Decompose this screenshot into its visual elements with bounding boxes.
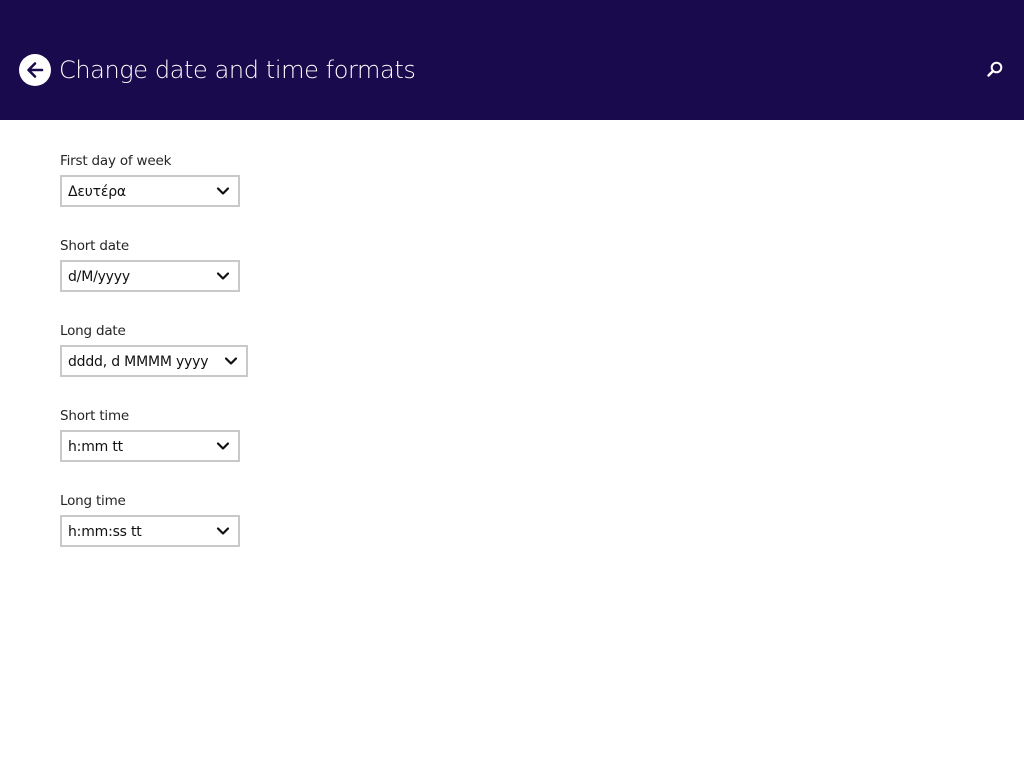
page-title: Change date and time formats [59, 56, 416, 84]
long-time-label: Long time [60, 493, 126, 509]
short-time-label: Short time [60, 408, 130, 424]
short-date-label: Short date [60, 238, 129, 254]
long-time-dropdown[interactable]: h:mm:ss tt [60, 515, 240, 547]
short-date-value: d/M/yyyy [68, 269, 130, 285]
header-bar: Change date and time formats [0, 0, 1024, 120]
first-day-of-week-dropdown[interactable]: Δευτέρα [60, 175, 240, 207]
long-time-value: h:mm:ss tt [68, 524, 142, 540]
chevron-down-icon [224, 357, 238, 365]
chevron-down-icon [216, 272, 230, 280]
long-date-dropdown[interactable]: dddd, d MMMM yyyy [60, 345, 248, 377]
long-date-label: Long date [60, 323, 126, 339]
search-button[interactable] [984, 60, 1006, 82]
first-day-of-week-label: First day of week [60, 153, 172, 169]
long-date-value: dddd, d MMMM yyyy [68, 354, 209, 370]
back-button[interactable] [19, 54, 51, 86]
back-arrow-icon [25, 60, 45, 80]
chevron-down-icon [216, 187, 230, 195]
first-day-of-week-value: Δευτέρα [68, 184, 126, 200]
search-icon [986, 60, 1004, 82]
short-time-value: h:mm tt [68, 439, 123, 455]
short-date-dropdown[interactable]: d/M/yyyy [60, 260, 240, 292]
short-time-dropdown[interactable]: h:mm tt [60, 430, 240, 462]
chevron-down-icon [216, 442, 230, 450]
chevron-down-icon [216, 527, 230, 535]
